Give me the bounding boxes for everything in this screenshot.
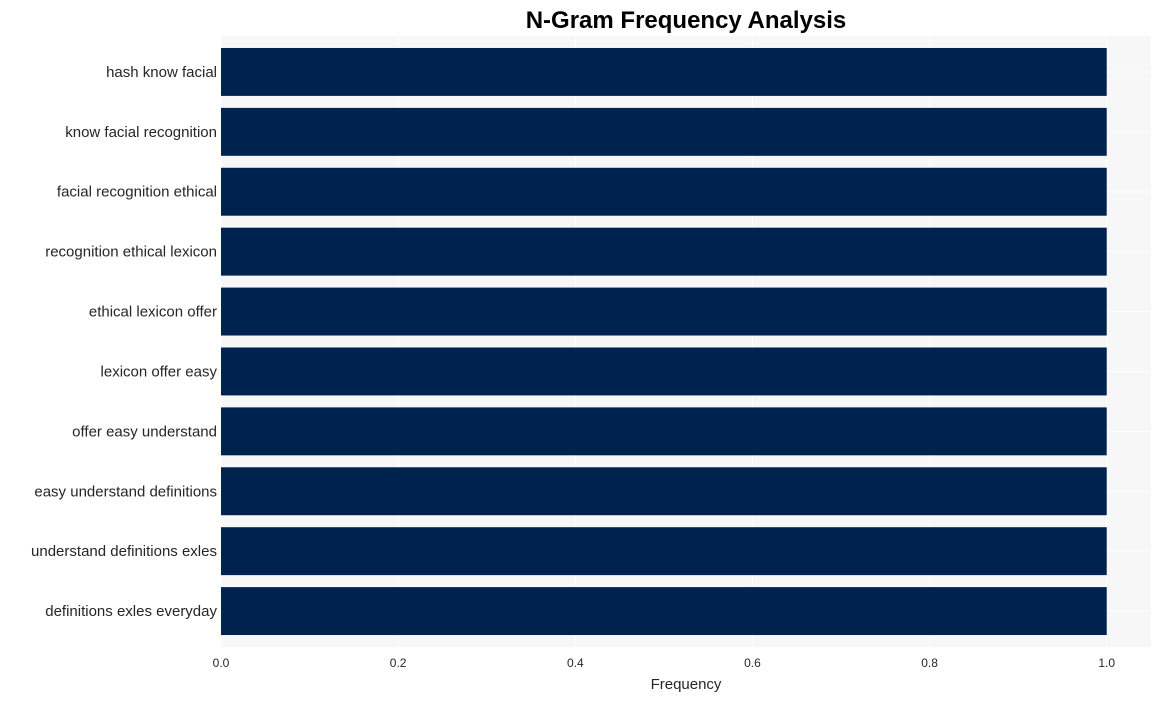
y-tick-label-8: understand definitions exles	[31, 543, 217, 560]
bar-0	[221, 47, 1107, 96]
x-tick-labels: 0.0 0.2 0.4 0.6 0.8 1.0	[213, 656, 1116, 670]
y-tick-label-0: hash know facial	[106, 64, 217, 81]
chart: hash know facial know facial recognition f…	[31, 7, 1151, 693]
x-tick-label-2: 0.4	[567, 656, 584, 670]
y-tick-label-4: ethical lexicon offer	[89, 304, 217, 321]
y-tick-label-1: know facial recognition	[65, 124, 217, 141]
bar-7	[221, 467, 1107, 516]
x-tick-label-3: 0.6	[744, 656, 761, 670]
y-tick-label-6: offer easy understand	[72, 423, 217, 440]
bar-6	[221, 407, 1107, 456]
x-axis-label: Frequency	[651, 676, 722, 693]
bar-9	[221, 587, 1107, 636]
y-tick-label-5: lexicon offer easy	[101, 363, 218, 380]
bar-8	[221, 527, 1107, 576]
chart-title: N-Gram Frequency Analysis	[526, 7, 847, 34]
bar-3	[221, 227, 1107, 276]
y-tick-label-9: definitions exles everyday	[45, 603, 217, 620]
bar-1	[221, 107, 1107, 156]
y-tick-label-2: facial recognition ethical	[57, 184, 217, 201]
y-tick-label-7: easy understand definitions	[34, 483, 217, 500]
y-tick-label-3: recognition ethical lexicon	[45, 244, 217, 261]
x-tick-label-0: 0.0	[213, 656, 230, 670]
bar-2	[221, 167, 1107, 216]
y-tick-labels: hash know facial know facial recognition f…	[31, 64, 217, 620]
bar-5	[221, 347, 1107, 396]
x-tick-label-4: 0.8	[921, 656, 938, 670]
x-tick-label-5: 1.0	[1098, 656, 1115, 670]
bar-4	[221, 287, 1107, 336]
x-tick-label-1: 0.2	[390, 656, 407, 670]
